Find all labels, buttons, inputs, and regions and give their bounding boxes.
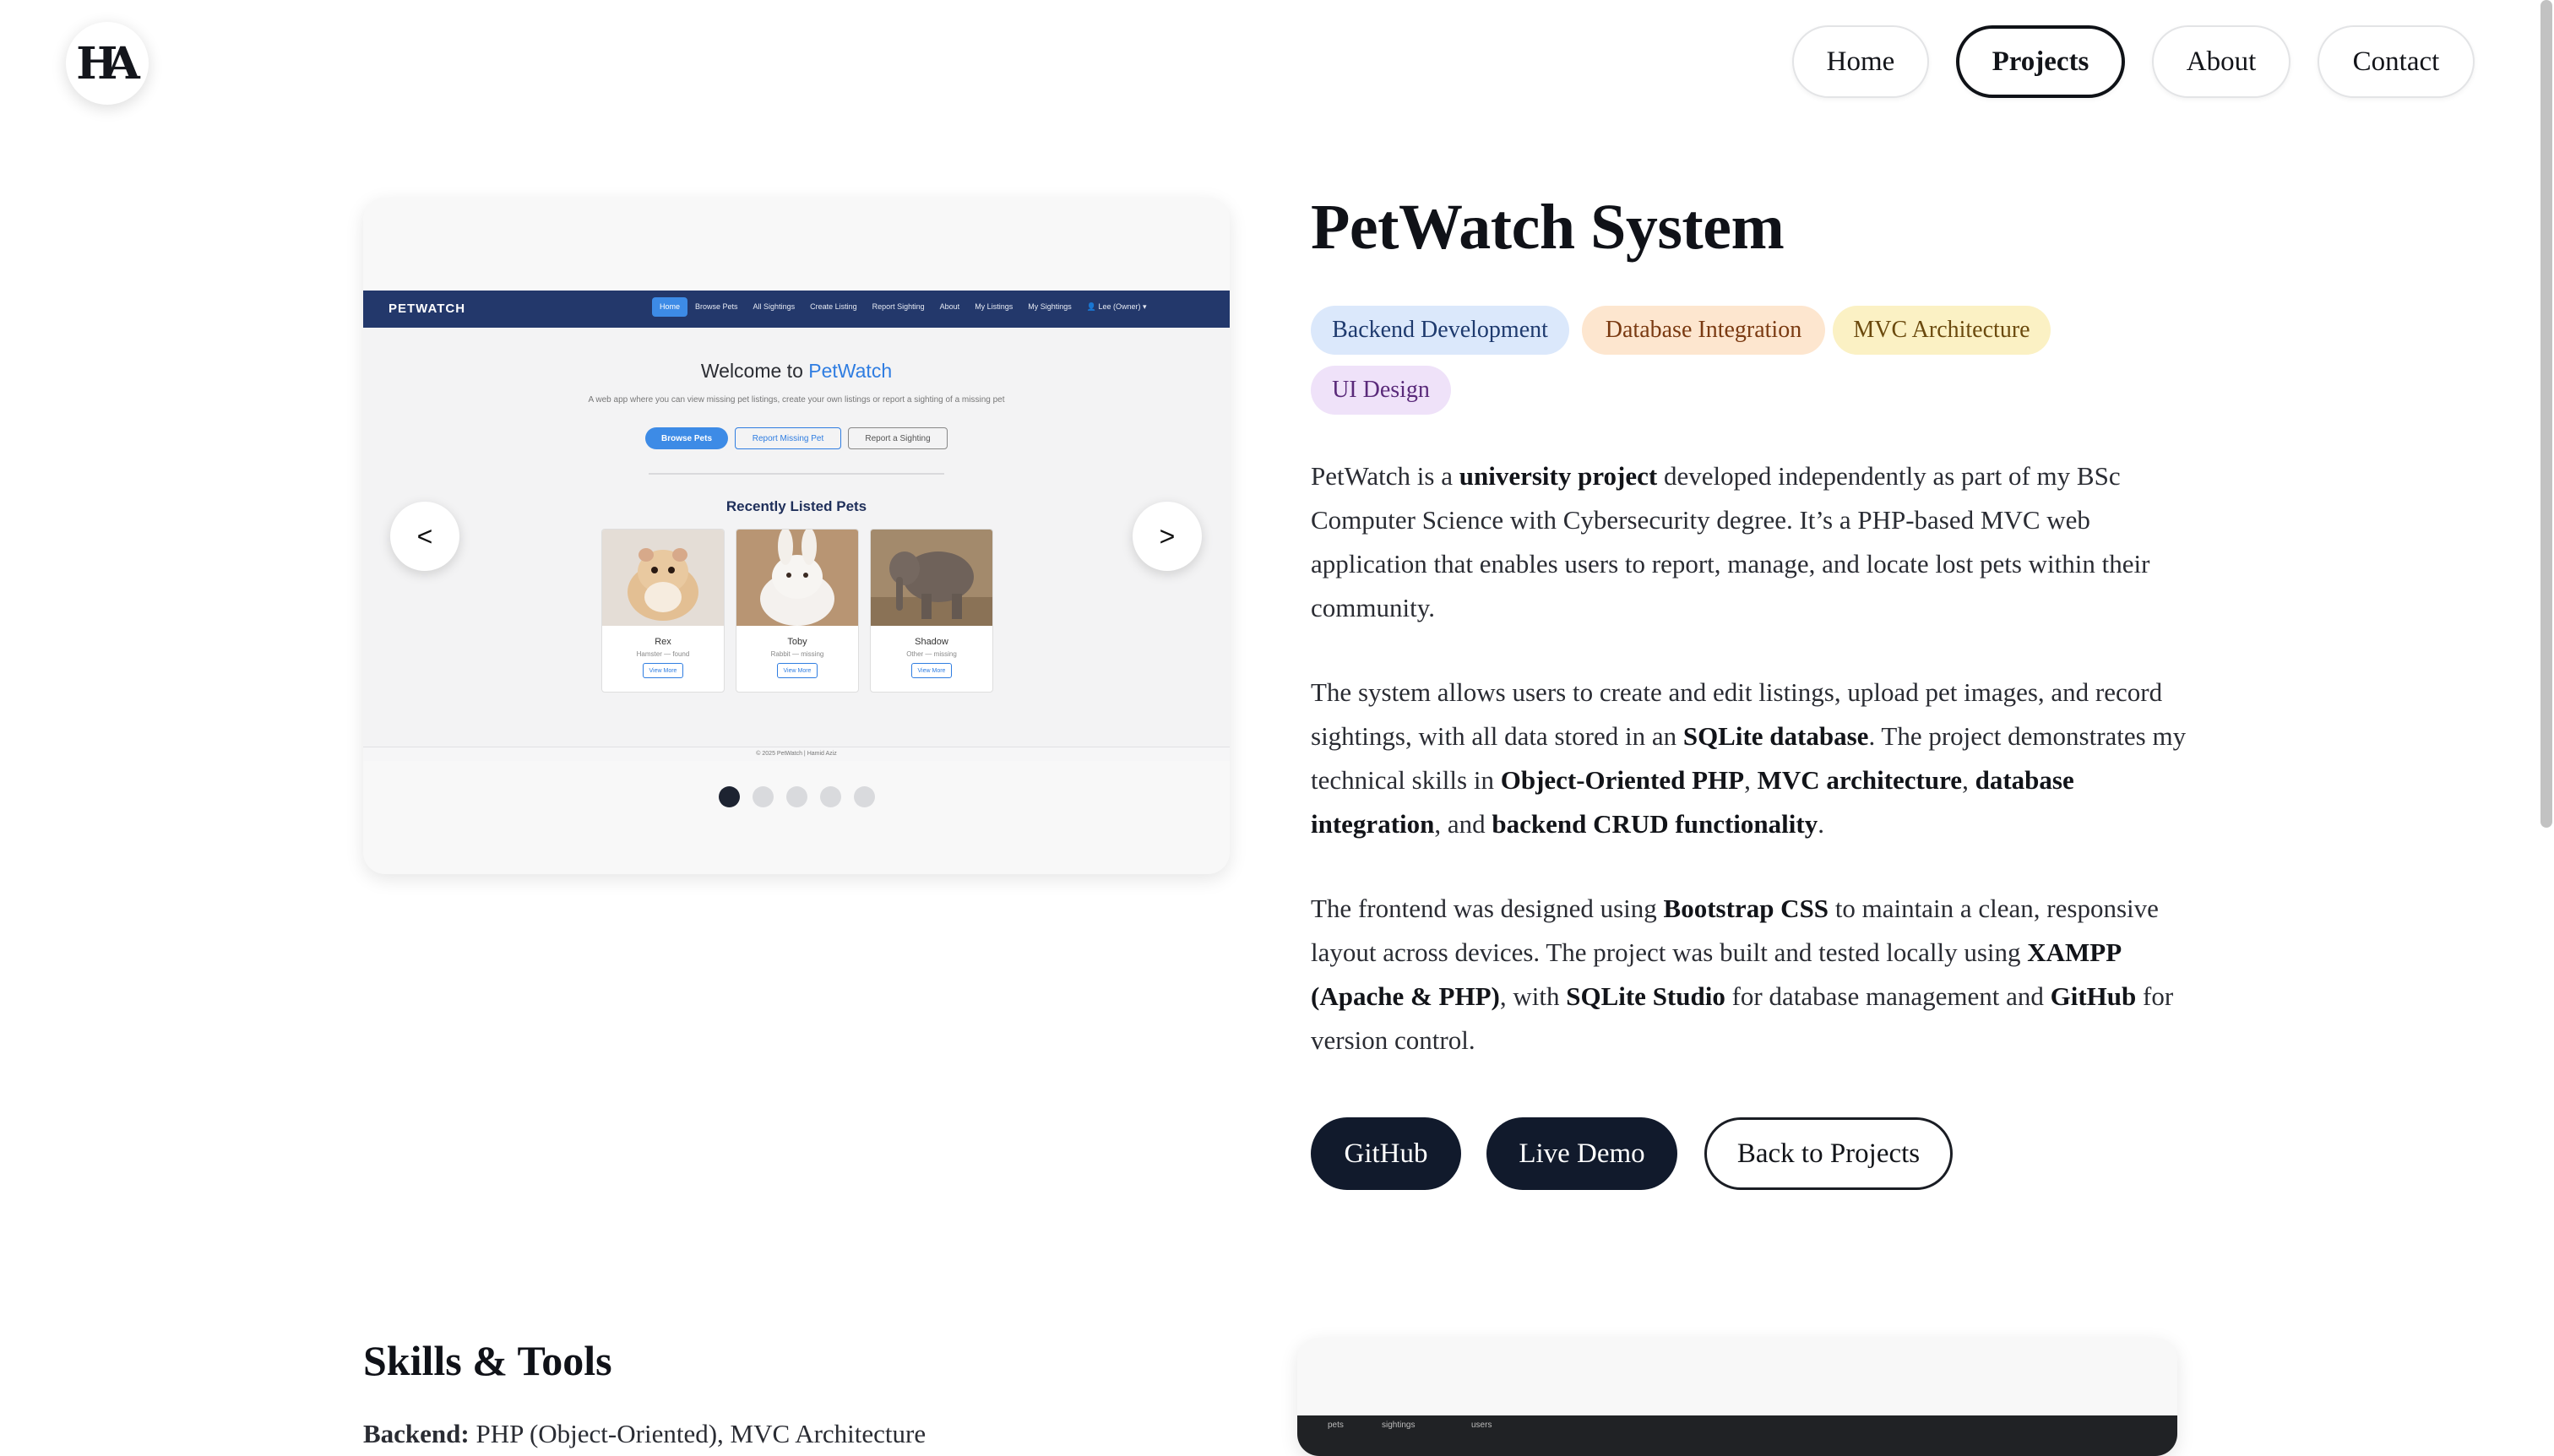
emphasis: Object-Oriented PHP: [1500, 765, 1745, 795]
carousel-prev-button[interactable]: <: [390, 502, 459, 571]
text: The frontend was designed using: [1311, 894, 1664, 923]
nav-projects[interactable]: Projects: [1956, 25, 2125, 98]
carousel-dot[interactable]: [752, 786, 774, 807]
carousel-dot[interactable]: [819, 786, 841, 807]
emphasis: SQLite database: [1682, 721, 1869, 751]
slide-report-missing-button: Report Missing Pet: [735, 427, 841, 449]
slide-divider: [649, 473, 944, 475]
text: ,: [1744, 765, 1758, 795]
slide-tagline: A web app where you can view missing pet…: [588, 395, 1005, 405]
back-to-projects-button[interactable]: Back to Projects: [1704, 1117, 1953, 1190]
slide-nav-link: All Sightings: [753, 302, 796, 311]
logo-monogram: HA: [76, 37, 140, 90]
slide-welcome: Welcome to PetWatch: [363, 360, 1230, 383]
carousel-dot[interactable]: [718, 786, 740, 807]
page-scrollbar[interactable]: [2540, 0, 2552, 828]
slide-pet-name: Toby: [787, 637, 807, 647]
text: ,: [1962, 765, 1975, 795]
db-tab: pets: [1328, 1421, 1344, 1430]
skills-heading: Skills & Tools: [363, 1337, 612, 1384]
carousel-dot[interactable]: [785, 786, 807, 807]
slide-nav-link: Browse Pets: [695, 302, 738, 311]
project-carousel: PETWATCH Home Browse Pets All Sightings …: [363, 198, 1230, 874]
db-tab: users: [1471, 1421, 1492, 1430]
slide-pet-view-button: View More: [643, 663, 683, 678]
slide-nav-link: 👤 Lee (Owner) ▾: [1086, 302, 1147, 311]
emphasis: GitHub: [2050, 981, 2137, 1011]
slide-footer: © 2025 PetWatch | Hamid Aziz: [363, 747, 1230, 761]
text: , with: [1499, 981, 1567, 1011]
db-tabbar: [1297, 1415, 2177, 1456]
slide-pet-card: Shadow Other — missing View More: [870, 529, 993, 693]
emphasis: Bootstrap CSS: [1663, 894, 1829, 923]
skill-list: PHP (Object-Oriented), MVC Architecture: [469, 1419, 927, 1448]
slide-pet-status: Rabbit — missing: [770, 650, 824, 658]
site-logo[interactable]: HA: [66, 22, 149, 105]
github-button[interactable]: GitHub: [1311, 1117, 1461, 1190]
slide-pet-card: Toby Rabbit — missing View More: [736, 529, 859, 693]
description-paragraph-1: PetWatch is a university project develop…: [1311, 454, 2189, 630]
emphasis: university project: [1459, 461, 1658, 491]
nav-about[interactable]: About: [2152, 25, 2290, 98]
carousel-dot[interactable]: [853, 786, 875, 807]
tag-backend-development: Backend Development: [1311, 306, 1569, 355]
carousel-slide-image: PETWATCH Home Browse Pets All Sightings …: [363, 291, 1230, 761]
slide-recent-heading: Recently Listed Pets: [725, 498, 867, 514]
slide-pet-view-button: View More: [911, 663, 952, 678]
text: , and: [1434, 809, 1492, 839]
slide-report-sighting-button: Report a Sighting: [848, 427, 948, 449]
skills-line: Backend: PHP (Object-Oriented), MVC Arch…: [363, 1419, 926, 1449]
carousel-next-button[interactable]: >: [1133, 502, 1202, 571]
slide-nav-link: Create Listing: [810, 302, 857, 311]
description-paragraph-3: The frontend was designed using Bootstra…: [1311, 887, 2189, 1062]
slide-nav-links: Home Browse Pets All Sightings Create Li…: [652, 297, 1154, 317]
nav-contact[interactable]: Contact: [2318, 25, 2475, 98]
db-tab: sightings: [1382, 1421, 1416, 1430]
tag-database-integration: Database Integration: [1582, 306, 1825, 355]
rabbit-photo: [736, 530, 858, 626]
slide-nav-link: My Sightings: [1028, 302, 1072, 311]
tag-ui-design: UI Design: [1311, 366, 1451, 415]
slide-welcome-prefix: Welcome to: [700, 360, 803, 382]
slide-nav-link: Home: [652, 297, 688, 317]
emphasis: MVC architecture: [1757, 765, 1963, 795]
live-demo-button[interactable]: Live Demo: [1486, 1117, 1677, 1190]
slide-pet-status: Hamster — found: [636, 650, 690, 658]
slide-brand: PETWATCH: [389, 302, 466, 316]
text: for database management and: [1725, 981, 2051, 1011]
slide-pet-card: Rex Hamster — found View More: [601, 529, 725, 693]
database-screenshot-card: pets sightings users: [1297, 1338, 2177, 1456]
project-title: PetWatch System: [1311, 192, 1785, 263]
slide-pet-name: Shadow: [915, 637, 948, 647]
slide-navbar: PETWATCH Home Browse Pets All Sightings …: [363, 291, 1230, 328]
text: PetWatch is a: [1311, 461, 1459, 491]
slide-welcome-brand: PetWatch: [808, 360, 893, 382]
text: .: [1818, 809, 1824, 839]
description-paragraph-2: The system allows users to create and ed…: [1311, 671, 2189, 846]
slide-nav-link: About: [939, 302, 960, 311]
emphasis: backend CRUD functionality: [1492, 809, 1818, 839]
slide-browse-button: Browse Pets: [645, 427, 728, 449]
tag-mvc-architecture: MVC Architecture: [1833, 306, 2051, 355]
emphasis: SQLite Studio: [1566, 981, 1725, 1011]
slide-nav-link: My Listings: [975, 302, 1013, 311]
slide-pet-status: Other — missing: [906, 650, 957, 658]
skill-category: Backend:: [363, 1419, 470, 1448]
nav-home[interactable]: Home: [1792, 25, 1929, 98]
hamster-photo: [602, 530, 724, 626]
slide-pet-name: Rex: [655, 637, 671, 647]
carousel-indicators: [363, 786, 1230, 807]
slide-nav-link: Report Sighting: [872, 302, 925, 311]
slide-pet-view-button: View More: [777, 663, 818, 678]
elephant-photo: [871, 530, 992, 626]
